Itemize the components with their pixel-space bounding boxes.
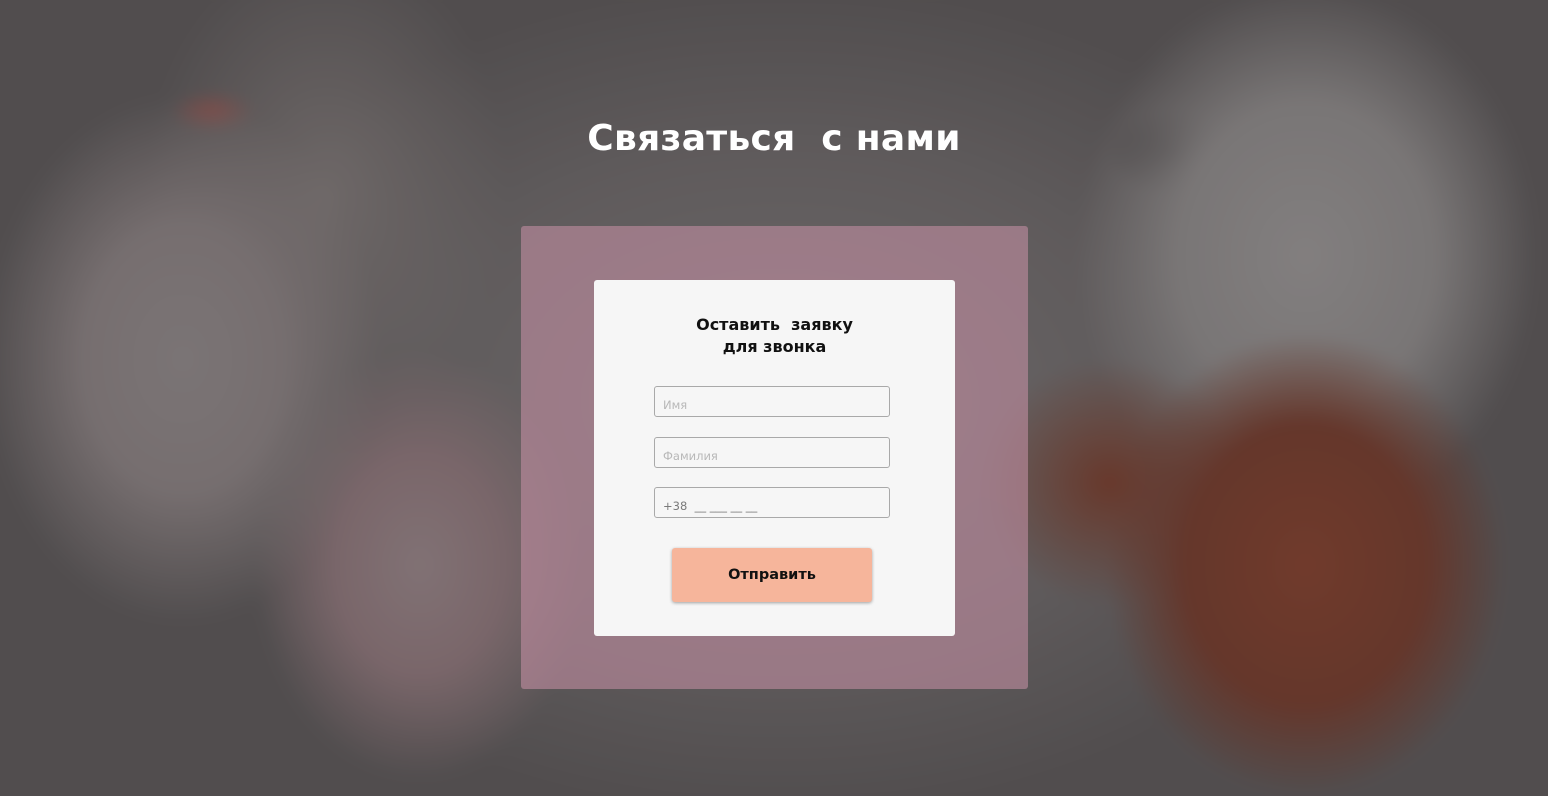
name-input[interactable] [654, 386, 890, 417]
callback-form: Оставить заявку для звонка Отправить [594, 280, 955, 636]
surname-input[interactable] [654, 437, 890, 468]
phone-input[interactable] [654, 487, 890, 518]
contact-page: Связаться с нами Оставить заявку для зво… [0, 0, 1548, 796]
submit-button[interactable]: Отправить [672, 548, 872, 602]
form-heading: Оставить заявку для звонка [696, 315, 853, 356]
section-title: Связаться с нами [587, 118, 961, 159]
